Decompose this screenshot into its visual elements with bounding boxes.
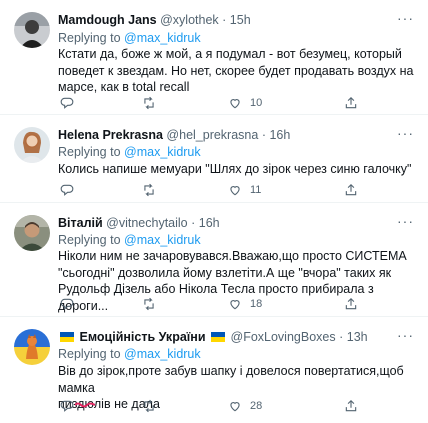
display-name[interactable]: Mamdough Jans [58,13,157,27]
reply-button[interactable] [60,295,82,313]
user-handle[interactable]: @xylothek [160,13,219,27]
separator-dot: · [339,330,344,344]
reply-button[interactable] [60,397,82,415]
retweet-icon [144,96,154,110]
timestamp[interactable]: 13h [347,330,368,344]
avatar[interactable] [14,12,50,48]
heart-icon [230,99,240,109]
reply-user-link[interactable]: @max_kidruk [124,233,201,247]
like-count: 28 [250,400,263,412]
avatar[interactable] [14,127,50,163]
like-button[interactable]: 28 [228,397,262,415]
display-name[interactable]: Helena Prekrasna [58,128,163,142]
tweet-text: Колись напише мемуари "Шлях до зірок чер… [58,162,412,176]
more-options-icon[interactable]: ··· [397,11,414,25]
reply-icon [60,184,74,196]
heart-icon [230,402,240,412]
share-button[interactable] [344,397,358,415]
tweet[interactable]: Helena Prekrasna @hel_prekrasna · 16h ··… [0,115,428,202]
replying-to: Replying to @max_kidruk [58,31,201,45]
separator-dot: · [261,128,266,142]
like-count: 18 [250,298,263,310]
separator-dot: · [222,13,227,27]
tweet[interactable]: Віталій @vitnechytailo · 16h ··· Replyin… [0,203,428,316]
retweet-icon [144,399,154,413]
share-icon [345,96,357,109]
reply-icon [60,400,74,412]
avatar[interactable] [14,329,50,365]
tweet[interactable]: Mamdough Jans @xylothek · 15h ··· Replyi… [0,0,428,114]
retweet-button[interactable] [142,295,164,313]
like-count: 11 [250,184,262,196]
user-handle[interactable]: @hel_prekrasna [166,128,258,142]
replying-to: Replying to @max_kidruk [58,347,201,361]
avatar[interactable] [14,215,50,251]
tweet-actions: 28 [52,397,372,415]
reply-icon [60,97,74,109]
tweet-actions: 18 [52,295,372,313]
reply-button[interactable] [60,94,82,112]
retweet-icon [144,297,154,311]
more-options-icon[interactable]: ··· [397,328,414,342]
like-button[interactable]: 18 [228,295,262,313]
share-icon [345,399,357,412]
reply-user-link[interactable]: @max_kidruk [124,347,201,361]
retweet-button[interactable] [142,94,164,112]
heart-icon [230,186,240,196]
user-handle[interactable]: @FoxLovingBoxes [231,330,336,344]
replying-to: Replying to @max_kidruk [58,145,201,159]
user-handle[interactable]: @vitnechytailo [106,216,187,230]
more-options-icon[interactable]: ··· [397,214,414,228]
tweet-actions: 11 [52,181,372,199]
ukraine-flag-icon [211,332,226,342]
retweet-button[interactable] [142,397,164,415]
timestamp[interactable]: 16h [269,128,290,142]
reply-icon [60,298,74,310]
display-name[interactable]: Віталій [58,216,103,230]
separator-dot: · [191,216,196,230]
share-button[interactable] [344,94,358,112]
share-icon [345,183,357,196]
display-name[interactable]: Емоційність України [79,330,205,344]
share-button[interactable] [344,181,358,199]
reply-user-link[interactable]: @max_kidruk [124,31,201,45]
like-button[interactable]: 11 [228,181,261,199]
like-count: 10 [250,97,263,109]
more-options-icon[interactable]: ··· [397,126,414,140]
tweet[interactable]: Емоційність України @FoxLovingBoxes · 13… [0,317,428,423]
share-button[interactable] [344,295,358,313]
retweet-button[interactable] [142,181,164,199]
reply-user-link[interactable]: @max_kidruk [124,145,201,159]
replying-to: Replying to @max_kidruk [58,233,201,247]
timestamp[interactable]: 16h [199,216,220,230]
retweet-icon [144,183,154,197]
timestamp[interactable]: 15h [230,13,251,27]
ukraine-flag-icon [60,332,74,342]
tweet-actions: 10 [52,94,372,112]
like-button[interactable]: 10 [228,94,262,112]
heart-icon [230,300,240,310]
share-icon [345,297,357,310]
tweet-text: Кстати да, боже ж мой, а я подумал - вот… [58,47,414,94]
reply-button[interactable] [60,181,82,199]
